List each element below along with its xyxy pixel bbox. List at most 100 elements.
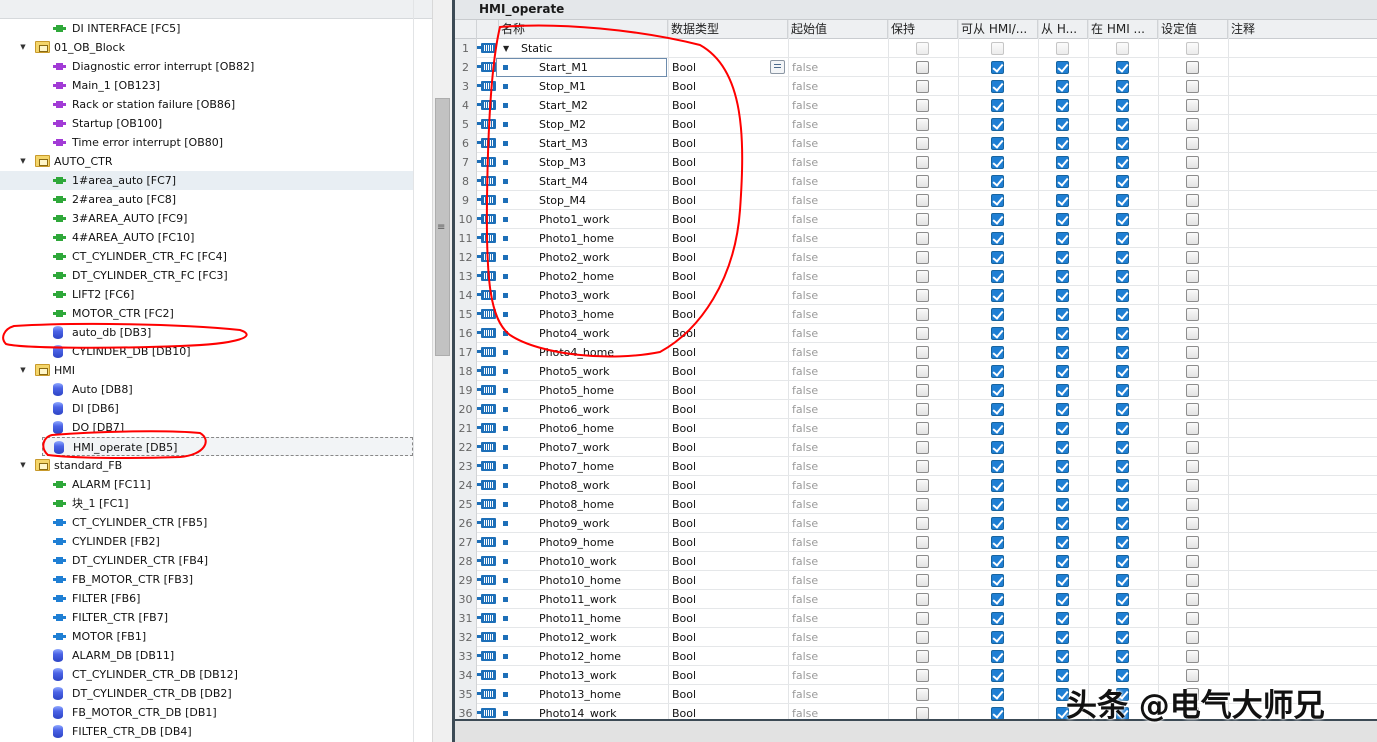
checkbox-visible-in-hmi[interactable] [1116,574,1129,587]
checkbox-setpoint[interactable] [1186,536,1199,549]
member-name[interactable]: Photo9_home [539,533,614,552]
checkbox-accessible-from-hmi[interactable] [991,460,1004,473]
table-row[interactable]: 26 Photo9_work Bool false [455,514,1377,533]
tree-item[interactable]: auto_db [DB3] [0,323,413,342]
tree-item[interactable]: Time error interrupt [OB80] [0,133,413,152]
checkbox-visible-in-hmi[interactable] [1116,479,1129,492]
header-datatype[interactable]: 数据类型 [668,20,788,39]
checkbox-visible-in-hmi[interactable] [1116,270,1129,283]
checkbox-setpoint[interactable] [1186,403,1199,416]
checkbox-writable-from-hmi[interactable] [1056,118,1069,131]
member-start-value[interactable]: false [792,305,818,324]
checkbox-writable-from-hmi[interactable] [1056,612,1069,625]
checkbox-visible-in-hmi[interactable] [1116,232,1129,245]
member-datatype[interactable]: Bool [672,172,696,191]
checkbox-accessible-from-hmi[interactable] [991,194,1004,207]
member-name[interactable]: Photo1_home [539,229,614,248]
tree-item[interactable]: CT_CYLINDER_CTR [FB5] [0,513,413,532]
checkbox-retain[interactable] [916,441,929,454]
table-row[interactable]: 30 Photo11_work Bool false [455,590,1377,609]
tree-item[interactable]: MOTOR [FB1] [0,627,413,646]
tree-item[interactable]: Rack or station failure [OB86] [0,95,413,114]
table-row[interactable]: 4 Start_M2 Bool false [455,96,1377,115]
member-start-value[interactable]: false [792,476,818,495]
checkbox-accessible-from-hmi[interactable] [991,289,1004,302]
table-row[interactable]: 25 Photo8_home Bool false [455,495,1377,514]
expand-toggle-icon[interactable]: ▼ [18,152,28,171]
checkbox-writable-from-hmi[interactable] [1056,213,1069,226]
checkbox-retain[interactable] [916,574,929,587]
member-datatype[interactable]: Bool [672,419,696,438]
checkbox-setpoint[interactable] [1186,308,1199,321]
member-datatype[interactable]: Bool [672,495,696,514]
member-start-value[interactable]: false [792,210,818,229]
checkbox-accessible-from-hmi[interactable] [991,536,1004,549]
checkbox-writable-from-hmi[interactable] [1056,555,1069,568]
checkbox-accessible-from-hmi[interactable] [991,441,1004,454]
checkbox-setpoint[interactable] [1186,327,1199,340]
member-start-value[interactable]: false [792,134,818,153]
checkbox-accessible-from-hmi[interactable] [991,631,1004,644]
checkbox-setpoint[interactable] [1186,612,1199,625]
checkbox-retain[interactable] [916,384,929,397]
checkbox-writable-from-hmi[interactable] [1056,99,1069,112]
checkbox-accessible-from-hmi[interactable] [991,384,1004,397]
member-datatype[interactable]: Bool [672,153,696,172]
checkbox-writable-from-hmi[interactable] [1056,61,1069,74]
member-datatype[interactable]: Bool [672,115,696,134]
header-start-value[interactable]: 起始值 [788,20,888,39]
tree-folder[interactable]: ▼ 01_OB_Block [0,38,413,57]
tree-item[interactable]: 4#AREA_AUTO [FC10] [0,228,413,247]
checkbox-retain[interactable] [916,232,929,245]
tree-folder[interactable]: ▼ HMI [0,361,413,380]
checkbox-accessible-from-hmi[interactable] [991,688,1004,701]
tree-item[interactable]: MOTOR_CTR [FC2] [0,304,413,323]
member-name[interactable]: Start_M3 [539,134,588,153]
member-name[interactable]: Photo1_work [539,210,610,229]
checkbox-visible-in-hmi[interactable] [1116,365,1129,378]
expand-toggle-icon[interactable]: ▼ [18,361,28,380]
table-row[interactable]: 28 Photo10_work Bool false [455,552,1377,571]
checkbox-retain[interactable] [916,555,929,568]
tree-item[interactable]: FILTER_CTR [FB7] [0,608,413,627]
checkbox-accessible-from-hmi[interactable] [991,137,1004,150]
checkbox-retain[interactable] [916,593,929,606]
table-row[interactable]: 6 Start_M3 Bool false [455,134,1377,153]
checkbox-visible-in-hmi[interactable] [1116,289,1129,302]
member-name[interactable]: Photo12_work [539,628,617,647]
table-row[interactable]: 31 Photo11_home Bool false [455,609,1377,628]
checkbox-writable-from-hmi[interactable] [1056,422,1069,435]
checkbox-writable-from-hmi[interactable] [1056,194,1069,207]
checkbox-writable-from-hmi[interactable] [1056,536,1069,549]
checkbox-visible-in-hmi[interactable] [1116,517,1129,530]
checkbox-visible-in-hmi[interactable] [1116,441,1129,454]
member-name[interactable]: Photo13_home [539,685,621,704]
checkbox-retain[interactable] [916,251,929,264]
checkbox-setpoint[interactable] [1186,175,1199,188]
checkbox-retain[interactable] [916,346,929,359]
checkbox-retain[interactable] [916,631,929,644]
table-row[interactable]: 20 Photo6_work Bool false [455,400,1377,419]
checkbox-retain[interactable] [916,327,929,340]
member-datatype[interactable]: Bool [672,628,696,647]
member-datatype[interactable]: Bool [672,210,696,229]
member-start-value[interactable]: false [792,514,818,533]
checkbox-accessible-from-hmi[interactable] [991,232,1004,245]
checkbox-accessible-from-hmi[interactable] [991,118,1004,131]
checkbox-writable-from-hmi[interactable] [1056,175,1069,188]
checkbox-retain[interactable] [916,688,929,701]
table-row[interactable]: 14 Photo3_work Bool false [455,286,1377,305]
checkbox-setpoint[interactable] [1186,137,1199,150]
checkbox-retain[interactable] [916,156,929,169]
member-datatype[interactable]: Bool [672,96,696,115]
checkbox-accessible-from-hmi[interactable] [991,156,1004,169]
member-datatype[interactable]: Bool [672,552,696,571]
table-row[interactable]: 5 Stop_M2 Bool false [455,115,1377,134]
member-datatype[interactable]: Bool [672,457,696,476]
checkbox-setpoint[interactable] [1186,441,1199,454]
checkbox-setpoint[interactable] [1186,460,1199,473]
member-datatype[interactable]: Bool [672,476,696,495]
tree-item[interactable]: FB_MOTOR_CTR [FB3] [0,570,413,589]
tree-item[interactable]: CYLINDER [FB2] [0,532,413,551]
tree-item[interactable]: Main_1 [OB123] [0,76,413,95]
